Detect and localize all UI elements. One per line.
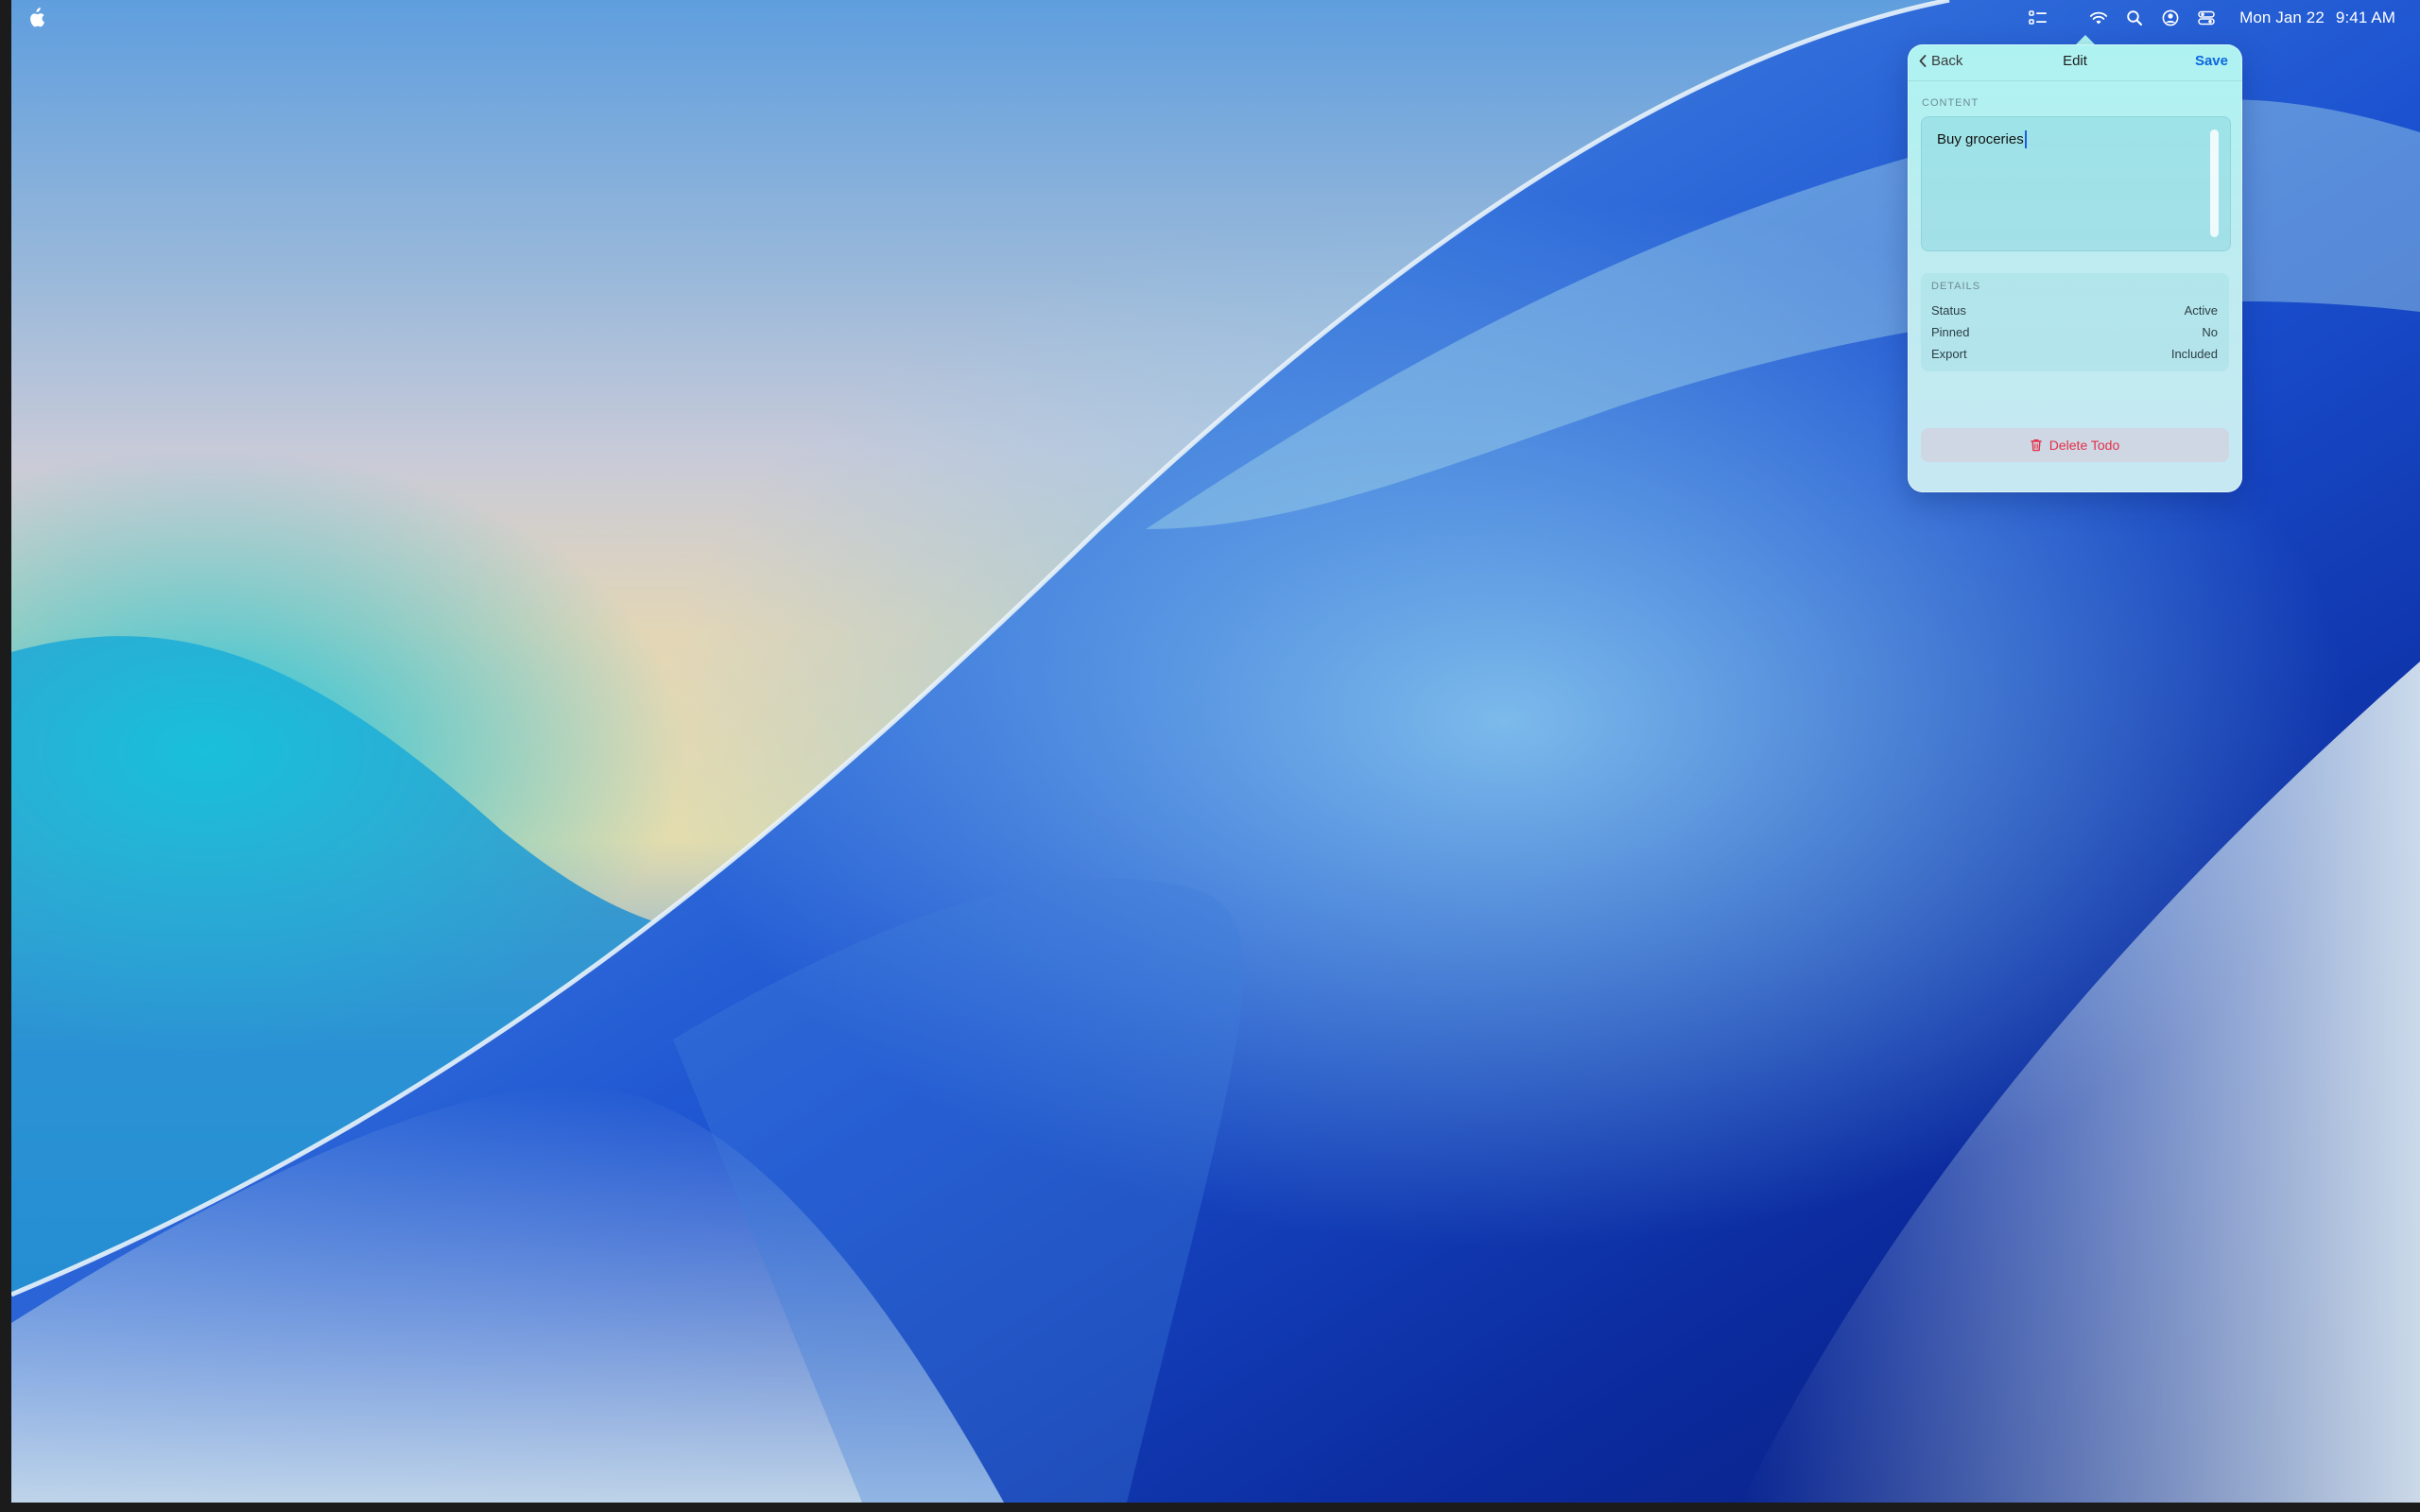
detail-key: Status	[1931, 303, 1966, 318]
wifi-icon[interactable]	[2081, 0, 2117, 36]
detail-key: Pinned	[1931, 325, 1970, 339]
popover-title: Edit	[2063, 53, 2087, 69]
control-center-icon[interactable]	[2188, 0, 2224, 36]
detail-row-pinned: Pinned No	[1931, 325, 2218, 344]
detail-row-export: Export Included	[1931, 347, 2218, 366]
trash-icon	[2031, 438, 2042, 452]
detail-value: Included	[2170, 347, 2218, 361]
details-section: DETAILS Status Active Pinned No Export I…	[1921, 273, 2229, 371]
content-text[interactable]: Buy groceries	[1937, 130, 2027, 148]
clock-date: Mon Jan 22	[2239, 9, 2325, 26]
desktop: Mon Jan 22 9:41 AM Back Edit Save CONTEN…	[11, 0, 2420, 1503]
details-section-label: DETAILS	[1931, 281, 1981, 292]
content-value: Buy groceries	[1937, 131, 2024, 147]
clock-time: 9:41 AM	[2335, 9, 2395, 26]
detail-value: Active	[2184, 303, 2218, 318]
user-icon[interactable]	[2152, 0, 2188, 36]
content-section-label: CONTENT	[1922, 97, 1979, 109]
delete-todo-button[interactable]: Delete Todo	[1921, 428, 2229, 462]
detail-row-status: Status Active	[1931, 303, 2218, 322]
delete-todo-label: Delete Todo	[2048, 438, 2120, 453]
content-text-area[interactable]: Buy groceries	[1921, 116, 2231, 251]
menu-bar-clock[interactable]: Mon Jan 22 9:41 AM	[2239, 9, 2395, 27]
search-icon[interactable]	[2117, 0, 2152, 36]
detail-key: Export	[1931, 347, 1967, 361]
text-cursor	[2024, 130, 2027, 148]
menu-bar: Mon Jan 22 9:41 AM	[11, 0, 2420, 36]
apple-logo-icon[interactable]	[26, 8, 45, 28]
todo-list-icon[interactable]	[2020, 0, 2056, 36]
content-scrollbar[interactable]	[2210, 129, 2219, 237]
save-button[interactable]: Save	[2195, 53, 2228, 69]
detail-value: No	[2202, 325, 2218, 339]
popover-header: Back Edit Save	[1908, 44, 2242, 81]
edit-todo-popover: Back Edit Save CONTENT Buy groceries DET…	[1908, 44, 2242, 492]
